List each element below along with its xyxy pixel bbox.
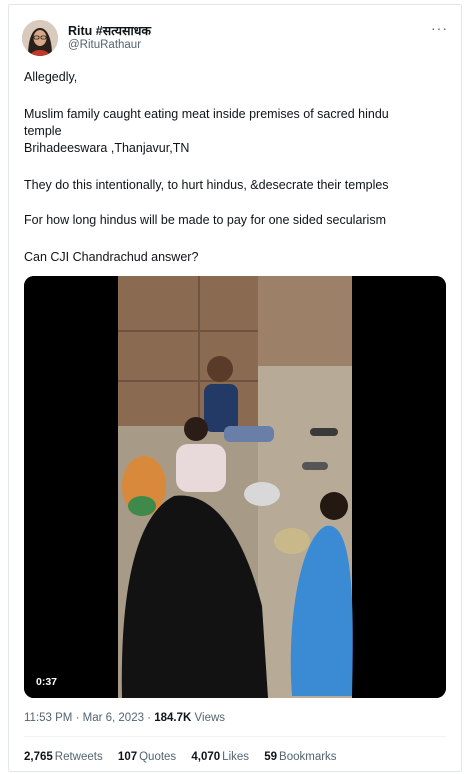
avatar-image [22, 20, 58, 56]
quotes-count: 107 [117, 751, 138, 763]
likes-count: 4,070 [191, 751, 221, 763]
video-player[interactable]: 0:37 [24, 276, 446, 698]
bookmarks-label: Bookmarks [279, 751, 337, 763]
tweet-text-line: Brihadeeswara ,Thanjavur,TN [24, 141, 190, 155]
tweet-time[interactable]: 11:53 PM [24, 712, 72, 724]
video-thumbnail [24, 276, 446, 698]
author-handle[interactable]: @RituRathaur [68, 39, 141, 51]
bookmarks-stat[interactable]: 59 Bookmarks [264, 751, 336, 763]
retweets-label: Retweets [54, 751, 103, 763]
more-options-icon[interactable]: ··· [431, 20, 448, 36]
tweet-text-line: They do this intentionally, to hurt hind… [24, 178, 389, 192]
video-duration: 0:37 [32, 674, 62, 690]
meta-separator: · [75, 712, 80, 724]
bookmarks-count: 59 [264, 751, 278, 763]
retweets-count: 2,765 [24, 751, 53, 763]
avatar[interactable] [22, 20, 58, 56]
quotes-stat[interactable]: 107 Quotes [118, 751, 176, 763]
tweet-text-line: For how long hindus will be made to pay … [24, 213, 386, 227]
tweet-meta: 11:53 PM · Mar 6, 2023 · 184.7K Views [24, 712, 225, 724]
likes-label: Likes [222, 751, 250, 763]
engagement-stats: 2,765 Retweets 107 Quotes 4,070 Likes 59 Boo… [24, 751, 349, 763]
author-name[interactable]: Ritu #सत्यसाधक [68, 22, 151, 39]
tweet-text-line: Muslim family caught eating meat inside … [24, 107, 389, 121]
tweet-text-line: Allegedly, [24, 70, 78, 84]
retweets-stat[interactable]: 2,765 Retweets [24, 751, 103, 763]
meta-separator: · [147, 712, 152, 724]
tweet-date[interactable]: Mar 6, 2023 [83, 712, 144, 724]
views-label: Views [194, 712, 226, 724]
tweet-text-line: temple [24, 124, 62, 138]
divider [24, 736, 446, 737]
views-count: 184.7K [154, 712, 192, 724]
tweet-text-line: Can CJI Chandrachud answer? [24, 250, 199, 264]
quotes-label: Quotes [139, 751, 177, 763]
likes-stat[interactable]: 4,070 Likes [191, 751, 249, 763]
